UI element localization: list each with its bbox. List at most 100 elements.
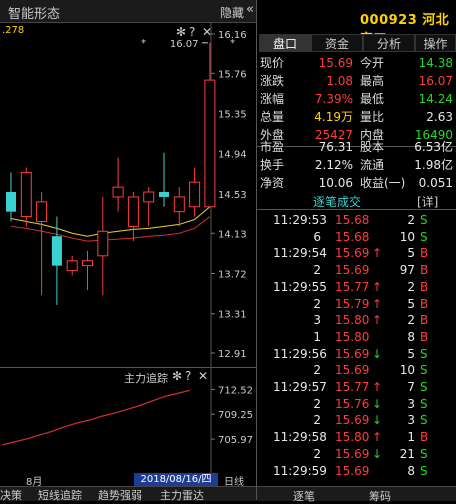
candlestick-chart[interactable]: ✻ ? ✕ .278 16.16 15.76 15.35 14.94 14.53 14.1…: [0, 22, 256, 367]
chart-date-bar: 8月 2018/08/16/四 日线: [0, 473, 256, 488]
trade-vol: 8: [407, 329, 415, 344]
quote-row: 涨跌 1.08 最高 16.07: [257, 72, 456, 90]
tab-analysis[interactable]: 分析: [363, 34, 415, 52]
candle-body: [127, 196, 139, 227]
tab-funds[interactable]: 资金: [311, 34, 363, 52]
price-tick-label: 12.91: [218, 349, 247, 360]
trade-price: 15.69: [335, 463, 370, 478]
trade-row: 2 15.69 97 B: [257, 262, 456, 278]
trade-price: 15.69: [335, 346, 370, 361]
trade-vol0: 2: [313, 446, 321, 461]
trade-side: B: [420, 279, 429, 294]
trade-vol: 10: [399, 229, 415, 244]
quote-label: 涨幅: [260, 92, 285, 106]
quote-value: 14.24: [418, 92, 453, 106]
quote-label: 收益(一): [360, 176, 406, 190]
price-tick-label: 14.94: [218, 150, 247, 161]
trade-vol: 2: [407, 313, 415, 328]
candle-body: [82, 260, 93, 267]
quote-value: 2.63: [426, 110, 453, 124]
candle-body: [6, 192, 16, 212]
trade-vol: 8: [407, 463, 415, 478]
quote-value: 2.12%: [314, 158, 353, 172]
tab-short-track[interactable]: 短线追踪: [38, 487, 82, 503]
tab-chips[interactable]: 筹码: [369, 488, 391, 504]
trades-header: 逐笔成交 [详]: [257, 191, 456, 209]
candle-body: [112, 186, 124, 198]
trade-price: 15.68: [335, 213, 370, 227]
trade-arrow: ↓: [372, 446, 383, 461]
tab-tick[interactable]: 逐笔: [293, 488, 315, 504]
trade-vol: 3: [407, 413, 415, 428]
tab-trend[interactable]: 趋势强弱: [98, 487, 142, 503]
trade-price: 15.79: [335, 296, 370, 311]
trade-row: 11:29:55 15.77 ↑ 2 B: [257, 279, 456, 295]
trade-time: 11:29:59: [273, 463, 327, 478]
trade-arrow: ↓: [372, 413, 383, 428]
quote-value: 14.38: [418, 56, 453, 70]
trade-side: B: [420, 329, 429, 344]
trade-vol0: 3: [313, 313, 321, 328]
subchart-svg: 712.52 709.25 705.97: [1, 368, 253, 474]
trade-row: 2 15.76 ↓ 3 S: [257, 396, 456, 412]
tab-decision[interactable]: 决策: [0, 487, 22, 503]
main-force-subchart[interactable]: 主力追踪 ✻ ? ✕ 712.52 709.25 705.97: [0, 367, 256, 474]
candle-body: [36, 201, 48, 222]
trade-side: S: [420, 213, 428, 227]
quote-value: 76.31: [318, 140, 353, 154]
trade-vol0: 2: [313, 363, 321, 378]
trade-price: 15.77: [335, 279, 370, 294]
trade-price: 15.80: [335, 313, 370, 328]
quote-value: 0.051: [418, 176, 453, 190]
trade-row: 11:29:59 15.69 8 S: [257, 463, 456, 479]
price-tick-label: 15.35: [218, 110, 247, 121]
trade-side: S: [420, 363, 428, 378]
chart-panel: 智能形态 隐藏 « ✻ ? ✕ .278 16.16 15.76 15.35 14.9…: [0, 0, 256, 503]
indicator-tabs: 决策 短线追踪 趋势强弱 主力雷达: [0, 486, 256, 503]
marker-icon: *: [230, 38, 235, 49]
quote-value: 1.08: [326, 74, 353, 88]
candle-body: [51, 236, 62, 266]
indicator-title[interactable]: 智能形态: [8, 3, 60, 22]
candle-body: [66, 260, 78, 272]
trade-price: 15.76: [335, 396, 370, 411]
chevron-left-icon[interactable]: «: [246, 2, 254, 17]
trade-arrow: ↑: [372, 380, 383, 394]
trade-row: 2 15.79 ↑ 5 B: [257, 296, 456, 312]
quote-row: 净资 10.06 收益(一) 0.051: [257, 174, 456, 192]
price-tick-label: 14.53: [218, 190, 247, 201]
quote-value: 6.53亿: [414, 140, 453, 154]
trade-vol: 2: [407, 213, 415, 227]
quote-value: 15.69: [318, 56, 353, 70]
price-tick-label: 13.72: [218, 269, 247, 280]
quote-label: 量比: [360, 110, 385, 124]
trade-vol: 5: [407, 246, 415, 261]
trade-price: 15.80: [335, 430, 370, 445]
trade-arrow: ↓: [372, 346, 383, 361]
quote-label: 换手: [260, 158, 285, 172]
tab-orderbook[interactable]: 盘口: [259, 34, 311, 52]
trade-row: 1 15.80 8 B: [257, 329, 456, 345]
trade-side: B: [420, 296, 429, 311]
trade-row: 3 15.80 ↑ 2 B: [257, 312, 456, 328]
trade-time: 11:29:57: [273, 380, 327, 394]
trade-arrow: ↑: [372, 279, 383, 294]
quote-label: 现价: [260, 56, 285, 70]
detail-link[interactable]: [详]: [417, 193, 438, 210]
trade-price: 15.69: [335, 246, 370, 261]
hide-button[interactable]: 隐藏: [220, 4, 244, 21]
quote-value: 1.98亿: [414, 158, 453, 172]
trade-time: 11:29:58: [273, 430, 327, 445]
quote-tabs: 盘口 资金 分析 操作: [257, 34, 456, 54]
quote-label: 流通: [360, 158, 385, 172]
trade-price: 15.69: [335, 263, 370, 278]
trade-row: 11:29:56 15.69 ↓ 5 S: [257, 346, 456, 362]
price-tick-label: 15.76: [218, 69, 247, 80]
quote-value: 16.07: [418, 74, 453, 88]
trade-arrow: ↑: [372, 246, 383, 261]
tab-radar[interactable]: 主力雷达: [160, 487, 204, 503]
tab-operate[interactable]: 操作: [415, 34, 456, 52]
quote-label: 最高: [360, 74, 385, 88]
trade-side: S: [420, 413, 428, 428]
trade-side: B: [420, 313, 429, 328]
